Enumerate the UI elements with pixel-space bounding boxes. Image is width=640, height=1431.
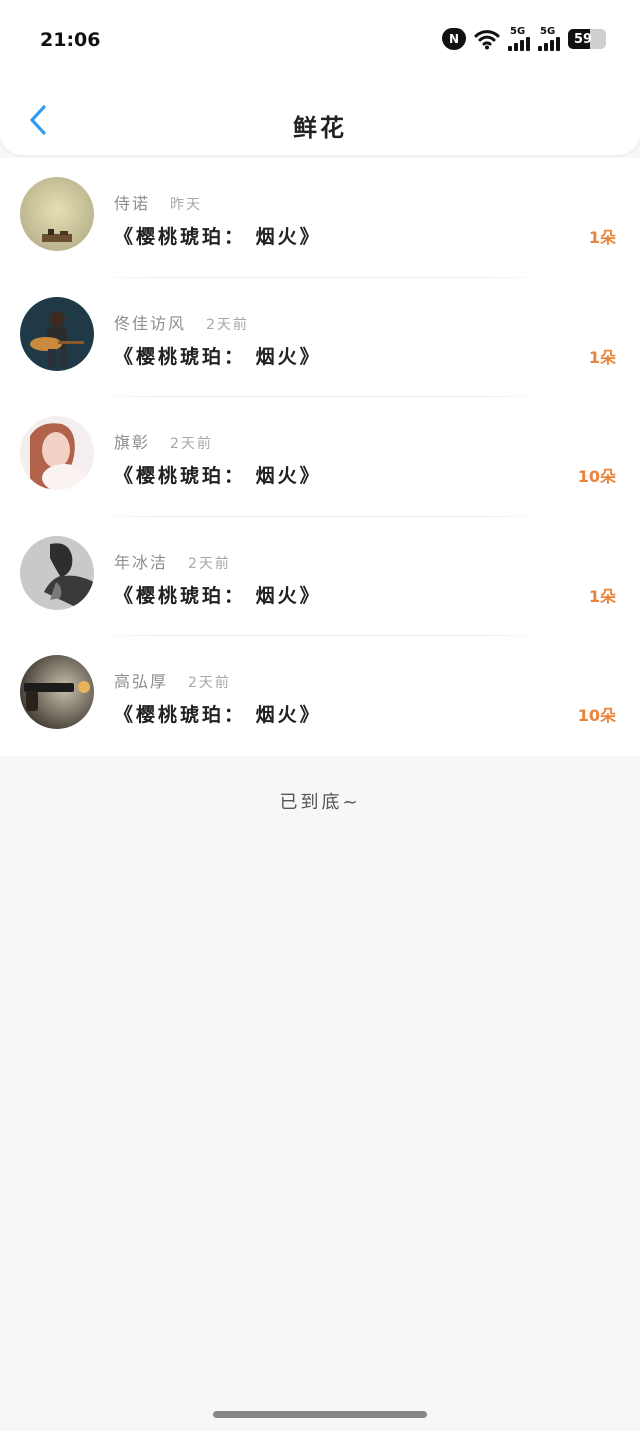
flower-count: 1朵 [588,586,616,606]
list-item[interactable]: 年冰洁 2天前 《樱桃琥珀： 烟火》 1朵 [0,517,640,637]
avatar[interactable] [20,296,94,371]
end-of-list-text: 已到底~ [279,792,361,813]
avatar[interactable] [20,416,94,491]
flower-count: 1朵 [588,228,616,247]
song-title[interactable]: 《樱桃琥珀： 烟火》 [114,222,322,249]
avatar[interactable] [20,177,94,251]
timestamp: 2天前 [188,555,231,572]
item-meta: 旗彰 2天前 [114,429,213,453]
user-name[interactable]: 年冰洁 [114,549,168,573]
flower-count: 1朵 [588,347,616,367]
item-meta: 侍诺 昨天 [114,190,202,214]
item-meta: 高弘厚 2天前 [114,668,231,692]
avatar[interactable] [20,535,94,610]
song-title[interactable]: 《樱桃琥珀： 烟火》 [114,581,322,608]
signal-icon-sim2: 5G [538,27,560,51]
list-item[interactable]: 旗彰 2天前 《樱桃琥珀： 烟火》 10朵 [0,397,640,517]
timestamp: 2天前 [206,316,249,333]
home-indicator[interactable] [213,1411,427,1418]
timestamp: 2天前 [188,675,231,692]
signal-icon-sim1: 5G [508,27,530,51]
status-time: 21:06 [40,29,101,51]
user-name[interactable]: 旗彰 [114,429,150,453]
signal-bars [538,37,560,51]
user-name[interactable]: 侍诺 [114,190,150,214]
song-title[interactable]: 《樱桃琥珀： 烟火》 [114,342,322,369]
status-bar: 21:06 N 5G 5G 59 [0,0,640,80]
flower-list-page: 21:06 N 5G 5G 59 鲜花 侍诺 昨天 《樱桃琥珀： 烟火》 1朵 … [0,0,640,1431]
network-type-label: 5G [510,26,526,37]
page-title: 鲜花 [293,114,347,142]
nav-bar: 鲜花 [0,90,640,150]
song-title[interactable]: 《樱桃琥珀： 烟火》 [114,461,322,488]
network-type-label: 5G [540,26,556,37]
item-meta: 年冰洁 2天前 [114,549,231,573]
user-name[interactable]: 高弘厚 [114,668,168,692]
timestamp: 2天前 [170,436,213,453]
flower-gift-list: 侍诺 昨天 《樱桃琥珀： 烟火》 1朵 佟佳访风 2天前 《樱桃琥珀： 烟火》 … [0,158,640,756]
user-name[interactable]: 佟佳访风 [114,310,186,334]
song-title[interactable]: 《樱桃琥珀： 烟火》 [114,700,322,727]
list-item[interactable]: 高弘厚 2天前 《樱桃琥珀： 烟火》 10朵 [0,636,640,756]
battery-icon: 59 [568,29,606,49]
list-item[interactable]: 侍诺 昨天 《樱桃琥珀： 烟火》 1朵 [0,158,640,278]
timestamp: 昨天 [170,197,203,213]
header: 21:06 N 5G 5G 59 鲜花 [0,0,640,155]
item-meta: 佟佳访风 2天前 [114,310,249,334]
wifi-icon [474,28,500,50]
list-item[interactable]: 佟佳访风 2天前 《樱桃琥珀： 烟火》 1朵 [0,278,640,398]
notification-heart-icon: N [442,28,466,50]
flower-count: 10朵 [577,467,616,487]
avatar[interactable] [20,655,94,730]
signal-bars [508,37,530,51]
status-icons: N 5G 5G 59 [442,24,606,54]
flower-count: 10朵 [577,706,616,726]
battery-level: 59 [574,31,593,47]
